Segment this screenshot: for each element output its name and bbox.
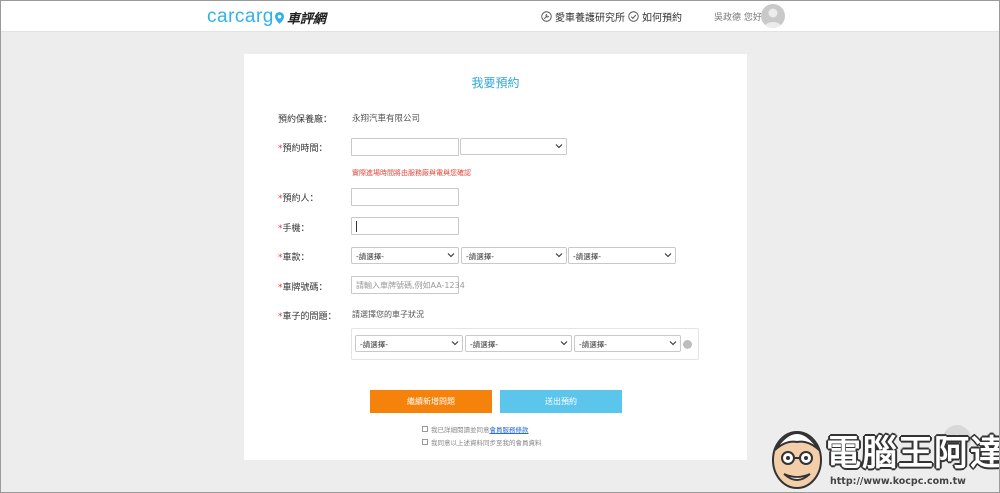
time-select[interactable] — [460, 138, 567, 155]
shop-value: 永翔汽車有限公司 — [352, 114, 421, 124]
car-model-select[interactable]: -請選擇- — [461, 247, 567, 264]
car-brand-select[interactable]: -請選擇- — [351, 247, 459, 264]
chevron-down-icon — [560, 341, 568, 346]
nav-label: 愛車養護研究所 — [555, 13, 625, 24]
person-label: *預約人： — [278, 191, 319, 204]
issue-type-select[interactable]: -請選擇- — [465, 335, 572, 352]
add-issue-button[interactable]: 繼續新增問題 — [370, 390, 492, 413]
logo-chinese: 車評網 — [286, 11, 326, 27]
booking-form-card: 我要預約 預約保養廠： 永翔汽車有限公司 *預約時間： 實際進場時間將由服務廠與… — [244, 54, 747, 460]
chevron-down-icon — [447, 253, 455, 258]
location-pin-icon — [274, 11, 284, 24]
close-icon — [685, 348, 690, 353]
plate-placeholder: 請輸入車牌號碼,例如AA-1234 — [356, 281, 465, 290]
nav-how-to-book[interactable]: 如何預約 — [628, 9, 682, 24]
nav-label: 如何預約 — [642, 13, 682, 24]
plate-label-text: 車牌號碼： — [282, 283, 328, 293]
select-value: -請選擇- — [356, 252, 384, 261]
car-year-select[interactable]: -請選擇- — [568, 247, 676, 264]
select-value: -請選擇- — [573, 252, 601, 261]
chevron-down-icon — [669, 341, 677, 346]
agree-sync-checkbox[interactable] — [422, 439, 428, 445]
phone-input[interactable] — [351, 217, 459, 235]
person-label-text: 預約人： — [282, 194, 319, 204]
agree-terms: 我已詳細閱讀並同意 會員服務條款 — [422, 424, 529, 434]
nav-car-care-lab[interactable]: 愛車養護研究所 — [541, 9, 625, 24]
phone-label: *手機： — [278, 221, 310, 234]
watermark: 電腦王阿達 http://www.kocpc.com.tw — [768, 420, 1000, 493]
user-avatar[interactable] — [761, 4, 785, 28]
time-note: 實際進場時間將由服務廠與電與您確認 — [352, 169, 471, 177]
logo-wordmark: carcarg — [207, 6, 274, 27]
text-caret — [356, 221, 357, 232]
user-greeting: 吳政德 您好 — [714, 13, 762, 23]
date-input[interactable] — [351, 138, 459, 156]
car-label: *車款： — [278, 250, 310, 263]
person-icon — [764, 8, 782, 28]
select-value: -請選擇- — [579, 340, 607, 349]
chevron-down-icon — [451, 341, 459, 346]
submit-booking-button[interactable]: 送出預約 — [500, 390, 622, 413]
plate-input[interactable]: 請輸入車牌號碼,例如AA-1234 — [351, 276, 465, 294]
car-label-text: 車款： — [282, 253, 310, 263]
agree-terms-text: 我已詳細閱讀並同意 — [431, 426, 490, 434]
issue-detail-select[interactable]: -請選擇- — [574, 335, 681, 352]
agree-sync-text: 我同意以上述資料同步至我的會員資料 — [431, 439, 542, 447]
check-circle-icon — [628, 11, 639, 22]
chevron-down-icon — [555, 253, 563, 258]
issue-label-text: 車子的問題： — [282, 312, 337, 322]
watermark-text: 電腦王阿達 — [826, 434, 1000, 474]
mascot-face-icon — [772, 431, 822, 489]
issue-category-select[interactable]: -請選擇- — [355, 335, 463, 352]
chevron-down-icon — [555, 144, 563, 149]
issue-label: *車子的問題： — [278, 309, 337, 322]
issue-hint: 請選擇您的車子狀況 — [352, 310, 424, 319]
top-navbar: carcarg 車評網 愛車養護研究所 如何預約 吳政德 您好 — [0, 0, 1000, 32]
page-title: 我要預約 — [471, 76, 520, 90]
plate-label: *車牌號碼： — [278, 280, 328, 293]
site-logo[interactable]: carcarg 車評網 — [207, 6, 326, 28]
agree-terms-checkbox[interactable] — [422, 426, 428, 432]
wrench-circle-icon — [541, 11, 552, 22]
time-label-text: 預約時間： — [282, 144, 328, 154]
time-label: *預約時間： — [278, 141, 328, 154]
chevron-down-icon — [664, 253, 672, 258]
terms-link[interactable]: 會員服務條款 — [490, 424, 529, 434]
select-value: -請選擇- — [466, 252, 494, 261]
select-value: -請選擇- — [470, 340, 498, 349]
person-input[interactable] — [351, 188, 459, 206]
remove-issue-button[interactable] — [683, 340, 692, 353]
watermark-url: http://www.kocpc.com.tw — [830, 476, 966, 487]
agree-sync: 我同意以上述資料同步至我的會員資料 — [422, 437, 542, 447]
shop-label: 預約保養廠： — [278, 115, 333, 125]
select-value: -請選擇- — [360, 340, 388, 349]
phone-label-text: 手機： — [282, 224, 310, 234]
